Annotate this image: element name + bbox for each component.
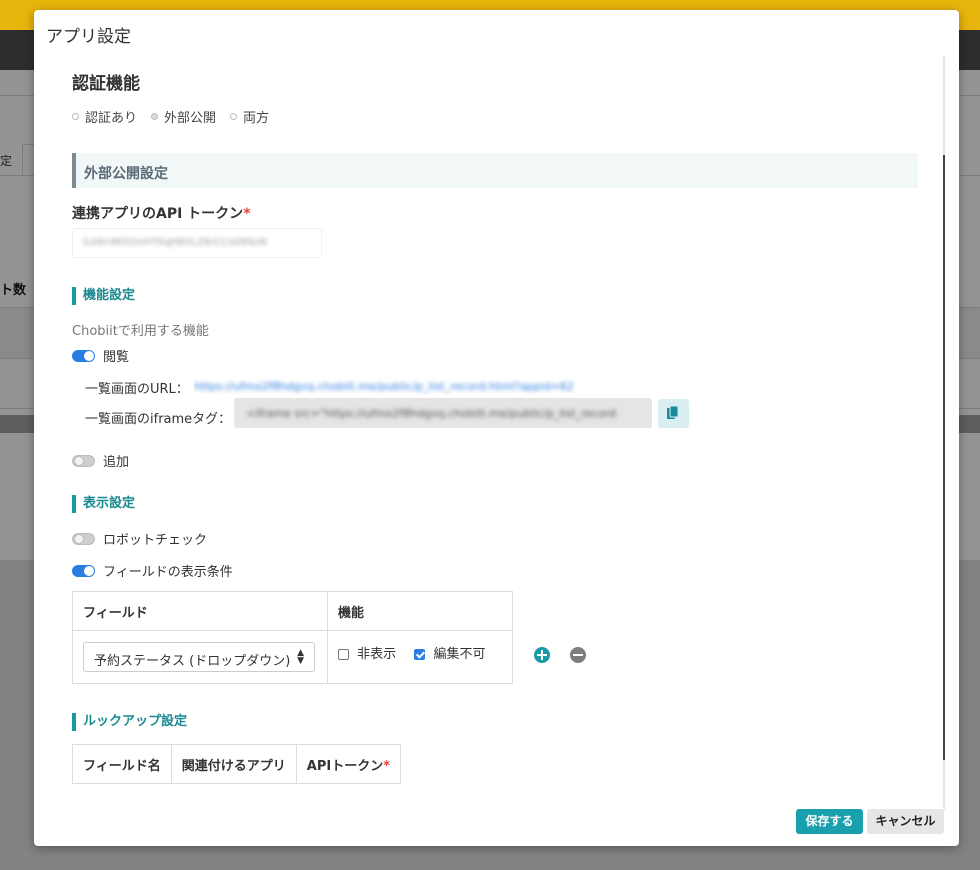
background-tab-label: 定 <box>0 154 13 168</box>
view-toggle-row: 閲覧 <box>72 346 129 365</box>
function-cell: 非表示 編集不可 <box>327 630 513 684</box>
public-settings-section-header: 外部公開設定 <box>72 153 918 188</box>
auth-heading: 認証機能 <box>72 74 140 94</box>
lookup-header-api-token-label: APIトークン <box>306 758 384 774</box>
modal-title: アプリ設定 <box>46 27 131 47</box>
save-button[interactable]: 保存する <box>796 809 863 834</box>
list-url-link[interactable]: https://ufmo2f8hdgvq.chobiit.me/public/p… <box>194 380 574 393</box>
add-toggle-label: 追加 <box>103 455 130 470</box>
readonly-checkbox[interactable] <box>414 649 426 660</box>
field-conditions-table: フィールド 機能 予約ステータス (ドロップダウン) ▲ ▼ 非表示 編集不可 <box>72 591 513 684</box>
readonly-label[interactable]: 編集不可 <box>433 647 485 662</box>
add-toggle[interactable] <box>72 454 95 467</box>
copy-iframe-button[interactable] <box>658 399 689 428</box>
lookup-settings-heading: ルックアップ設定 <box>72 713 187 731</box>
lookup-header-field-name: フィールド名 <box>72 744 172 784</box>
hide-label[interactable]: 非表示 <box>357 647 396 662</box>
auth-radio-public[interactable] <box>151 113 159 120</box>
feature-note: Chobiitで利用する機能 <box>72 324 209 339</box>
add-row-icon[interactable] <box>534 647 550 663</box>
table-header-row: フィールド名 関連付けるアプリ APIトークン* <box>72 744 402 784</box>
table-header-field: フィールド <box>72 591 328 631</box>
lookup-header-related-app: 関連付けるアプリ <box>170 744 297 784</box>
public-settings-heading: 外部公開設定 <box>84 166 168 182</box>
feature-settings-heading: 機能設定 <box>72 287 135 305</box>
view-toggle-label: 閲覧 <box>103 350 130 365</box>
table-row: 予約ステータス (ドロップダウン) ▲ ▼ 非表示 編集不可 <box>72 630 513 684</box>
robot-check-toggle[interactable] <box>72 532 95 545</box>
table-header-function: 機能 <box>327 591 513 631</box>
token-label-wrap: 連携アプリのAPI トークン* <box>72 203 251 223</box>
required-mark: * <box>243 206 251 222</box>
remove-row-icon[interactable] <box>570 647 586 663</box>
auth-option-label[interactable]: 外部公開 <box>164 107 216 126</box>
auth-radio-with-login[interactable] <box>72 113 79 120</box>
field-conditions-label: フィールドの表示条件 <box>103 565 233 580</box>
add-toggle-row: 追加 <box>72 451 129 470</box>
modal-scrollbar[interactable] <box>943 55 945 810</box>
lookup-table: フィールド名 関連付けるアプリ APIトークン* <box>72 744 402 784</box>
robot-check-label: ロボットチェック <box>103 533 208 548</box>
table-header-row: フィールド 機能 <box>72 591 513 631</box>
field-cell: 予約ステータス (ドロップダウン) ▲ ▼ <box>72 630 328 684</box>
iframe-tag-value: <iframe src="https://ufmo2f8hdgvq.chobii… <box>246 407 617 420</box>
copy-icon <box>667 406 679 419</box>
select-arrows-icon: ▲ ▼ <box>297 648 304 666</box>
background-column-header: ト数 <box>0 283 27 298</box>
lookup-header-api-token: APIトークン* <box>295 744 402 784</box>
auth-radio-group: 認証あり 外部公開 両方 <box>72 107 283 126</box>
cancel-button[interactable]: キャンセル <box>867 809 944 834</box>
view-toggle[interactable] <box>72 349 95 362</box>
api-token-value: iLk6n4K02e4YfXqH8XLZ6rCCsDK6zN <box>83 237 267 248</box>
iframe-tag-label: 一覧画面のiframeタグ： <box>85 412 232 427</box>
scrollbar-thumb[interactable] <box>943 155 945 760</box>
iframe-tag-field[interactable]: <iframe src="https://ufmo2f8hdgvq.chobii… <box>234 398 652 428</box>
required-mark: * <box>383 758 391 774</box>
api-token-input[interactable]: iLk6n4K02e4YfXqH8XLZ6rCCsDK6zN <box>72 228 322 258</box>
field-select-value: 予約ステータス (ドロップダウン) <box>94 654 291 669</box>
auth-radio-both[interactable] <box>230 113 238 120</box>
app-settings-modal: アプリ設定 認証機能 認証あり 外部公開 両方 外部公開設定 連携アプリのAPI… <box>34 10 959 846</box>
display-settings-heading: 表示設定 <box>72 495 135 513</box>
auth-option-label[interactable]: 認証あり <box>85 107 137 126</box>
auth-option-label[interactable]: 両方 <box>243 107 269 126</box>
field-conditions-row: フィールドの表示条件 <box>72 561 233 580</box>
list-url-wrap: https://ufmo2f8hdgvq.chobiit.me/public/p… <box>194 379 614 394</box>
field-conditions-toggle[interactable] <box>72 564 95 577</box>
hide-checkbox[interactable] <box>338 649 349 660</box>
token-label: 連携アプリのAPI トークン <box>72 206 244 222</box>
field-select[interactable]: 予約ステータス (ドロップダウン) ▲ ▼ <box>83 642 315 672</box>
robot-check-row: ロボットチェック <box>72 529 207 548</box>
list-url-label: 一覧画面のURL： <box>85 382 189 397</box>
